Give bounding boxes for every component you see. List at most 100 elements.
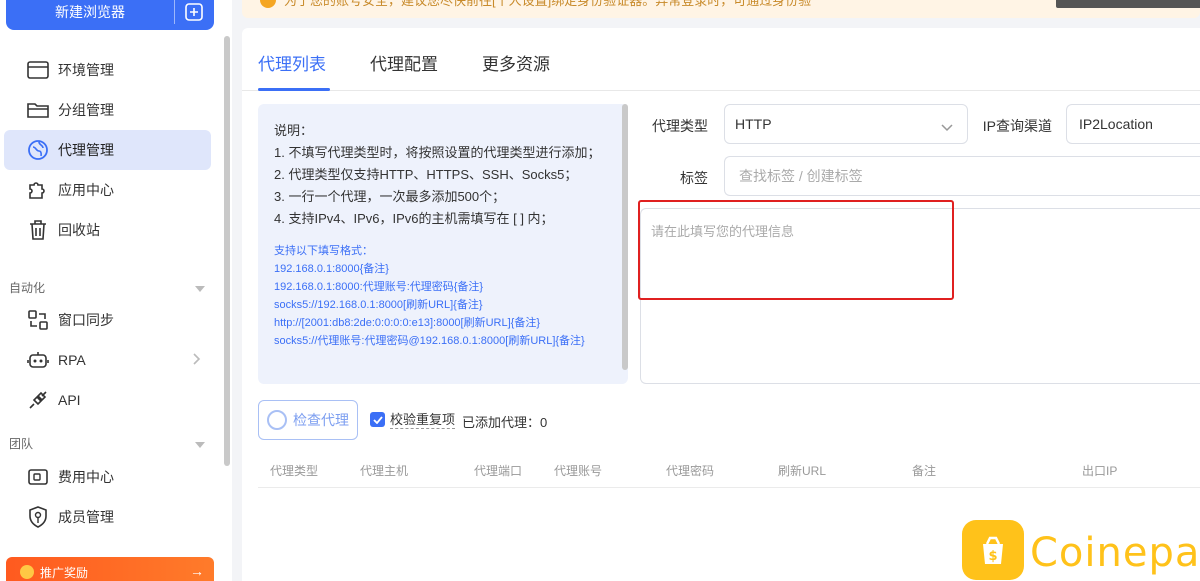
added-value: 0 — [540, 415, 548, 430]
sidebar-item-label: 环境管理 — [58, 62, 114, 78]
format-example: socks5://192.168.0.1:8000[刷新URL]{备注} — [274, 299, 483, 311]
main-panel: 代理列表 代理配置 更多资源 说明： 1. 不填写代理类型时，将按照设置的代理类… — [242, 28, 1200, 581]
checkmark-icon — [372, 415, 383, 424]
proxy-type-value: HTTP — [735, 116, 772, 132]
sidebar-item-label: 代理管理 — [58, 142, 114, 158]
format-example: socks5://代理账号:代理密码@192.168.0.1:8000[刷新UR… — [274, 335, 585, 347]
sidebar-item-billing[interactable]: 费用中心 — [4, 457, 211, 497]
security-notice: 为了您的账号安全，建议您尽快前往[个人设置]绑定身份验证器。异常登录时，可通过身… — [242, 0, 1200, 18]
caret-down-icon — [195, 437, 205, 451]
column-header[interactable]: 代理密码 — [666, 462, 714, 479]
group-team[interactable]: 团队 — [9, 435, 205, 452]
tab-more-resources[interactable]: 更多资源 — [482, 50, 550, 75]
column-header[interactable]: 出口IP — [1082, 462, 1117, 479]
sidebar-item-apps[interactable]: 应用中心 — [4, 170, 211, 210]
masked-text — [1056, 0, 1200, 8]
plug-icon — [26, 388, 50, 412]
tab-bar: 代理列表 代理配置 更多资源 — [242, 28, 1200, 91]
sidebar-item-window-sync[interactable]: 窗口同步 — [4, 300, 211, 340]
ip-channel-value: IP2Location — [1079, 116, 1153, 132]
dedupe-checkbox[interactable] — [370, 412, 385, 427]
sidebar-item-environment[interactable]: 环境管理 — [4, 50, 211, 90]
highlight-box — [638, 200, 954, 300]
proxy-globe-icon — [26, 138, 50, 162]
chevron-down-icon — [941, 119, 953, 135]
puzzle-icon — [26, 178, 50, 202]
tab-proxy-config[interactable]: 代理配置 — [370, 50, 438, 75]
coinepay-logo-icon: $ — [962, 520, 1024, 580]
sidebar: 新建浏览器 环境管理 分组管理 代理管理 应用中心 回收站 自动化 窗口同步 R… — [0, 0, 232, 581]
format-example: 192.168.0.1:8000:代理账号:代理密码{备注} — [274, 281, 484, 293]
ip-channel-label: IP查询渠道 — [982, 118, 1052, 134]
sidebar-item-label: RPA — [58, 352, 86, 368]
coin-icon — [20, 565, 34, 579]
sidebar-item-label: 窗口同步 — [58, 312, 114, 328]
browser-window-icon — [26, 58, 50, 82]
sidebar-item-label: 回收站 — [58, 222, 100, 238]
instruction-line: 1. 不填写代理类型时，将按照设置的代理类型进行添加； — [274, 145, 601, 160]
proxy-type-label: 代理类型 — [652, 118, 708, 134]
column-header[interactable]: 备注 — [912, 462, 936, 479]
shield-user-icon — [26, 505, 50, 529]
watermark-text: Coinepay — [1030, 530, 1200, 576]
sidebar-item-proxy[interactable]: 代理管理 — [4, 130, 211, 170]
added-label: 已添加代理： — [462, 415, 541, 430]
dedupe-label[interactable]: 校验重复项 — [390, 412, 456, 429]
new-browser-label: 新建浏览器 — [55, 4, 125, 20]
instructions-title: 说明： — [274, 123, 314, 138]
active-tab-indicator — [258, 88, 330, 91]
group-label: 自动化 — [9, 281, 46, 295]
column-header[interactable]: 代理类型 — [270, 462, 318, 479]
promo-banner[interactable]: 推广奖励 → — [6, 557, 214, 581]
formats-title: 支持以下填写格式： — [274, 245, 373, 257]
instruction-line: 3. 一行一个代理，一次最多添加500个； — [274, 189, 506, 204]
sidebar-item-members[interactable]: 成员管理 — [4, 497, 211, 537]
sidebar-item-groups[interactable]: 分组管理 — [4, 90, 211, 130]
proxy-type-select[interactable]: HTTP — [724, 104, 968, 144]
add-square-icon[interactable] — [175, 0, 213, 21]
check-circle-icon — [267, 410, 287, 430]
instruction-line: 2. 代理类型仅支持HTTP、HTTPS、SSH、Socks5； — [274, 167, 578, 182]
check-proxy-label: 检查代理 — [293, 412, 349, 428]
column-header[interactable]: 代理主机 — [360, 462, 408, 479]
column-header[interactable]: 刷新URL — [778, 462, 826, 479]
sidebar-item-api[interactable]: API — [4, 380, 211, 420]
sidebar-scrollbar[interactable] — [224, 36, 230, 466]
wallet-icon — [26, 465, 50, 489]
ip-channel-select[interactable]: IP2Location — [1066, 104, 1200, 144]
window-sync-icon — [26, 308, 50, 332]
instructions-panel: 说明： 1. 不填写代理类型时，将按照设置的代理类型进行添加； 2. 代理类型仅… — [258, 104, 628, 384]
notice-text: 为了您的账号安全，建议您尽快前往[个人设置]绑定身份验证器。异常登录时，可通过身… — [284, 0, 812, 8]
folder-icon — [26, 98, 50, 122]
sidebar-item-label: 费用中心 — [58, 469, 114, 485]
check-proxy-button[interactable]: 检查代理 — [258, 400, 358, 440]
group-label: 团队 — [9, 437, 34, 451]
tag-placeholder: 查找标签 / 创建标签 — [739, 168, 863, 184]
chevron-right-icon — [193, 352, 201, 368]
format-example: http://[2001:db8:2de:0:0:0:0:e13]:8000[刷… — [274, 317, 541, 329]
column-header[interactable]: 代理端口 — [474, 462, 522, 479]
tab-proxy-list[interactable]: 代理列表 — [258, 50, 326, 75]
proxy-table-header: 代理类型 代理主机 代理端口 代理账号 代理密码 刷新URL 备注 出口IP — [258, 452, 1200, 488]
promo-label: 推广奖励 — [40, 565, 89, 580]
sidebar-item-label: 成员管理 — [58, 509, 114, 525]
instruction-line: 4. 支持IPv4、IPv6，IPv6的主机需填写在 [ ] 内； — [274, 211, 554, 226]
sidebar-item-label: 分组管理 — [58, 102, 114, 118]
new-browser-button[interactable]: 新建浏览器 — [6, 0, 214, 30]
robot-icon — [26, 348, 50, 372]
tag-input[interactable]: 查找标签 / 创建标签 — [724, 156, 1200, 196]
added-count: 已添加代理：0 — [462, 412, 547, 431]
svg-text:$: $ — [988, 549, 997, 564]
sidebar-item-rpa[interactable]: RPA — [4, 340, 211, 380]
sidebar-item-label: 应用中心 — [58, 182, 114, 198]
tag-label: 标签 — [680, 170, 708, 186]
instructions-scrollbar[interactable] — [622, 104, 628, 370]
warning-icon — [260, 0, 276, 8]
column-header[interactable]: 代理账号 — [554, 462, 602, 479]
format-example: 192.168.0.1:8000{备注} — [274, 263, 389, 275]
group-automation[interactable]: 自动化 — [9, 279, 205, 296]
arrow-right-icon: → — [190, 563, 204, 579]
caret-down-icon — [195, 281, 205, 295]
sidebar-item-label: API — [58, 392, 81, 408]
sidebar-item-trash[interactable]: 回收站 — [4, 210, 211, 250]
